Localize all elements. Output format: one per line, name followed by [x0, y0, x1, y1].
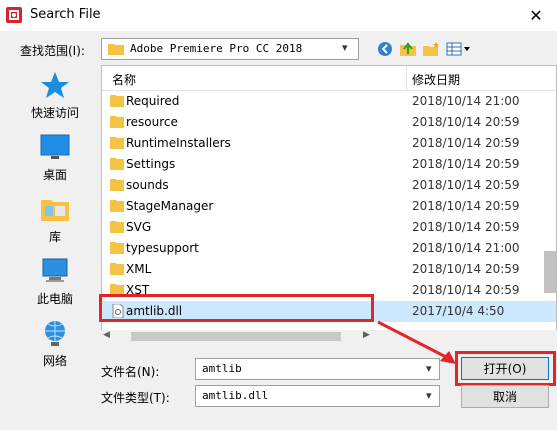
- annotation-arrow-icon: [377, 320, 456, 364]
